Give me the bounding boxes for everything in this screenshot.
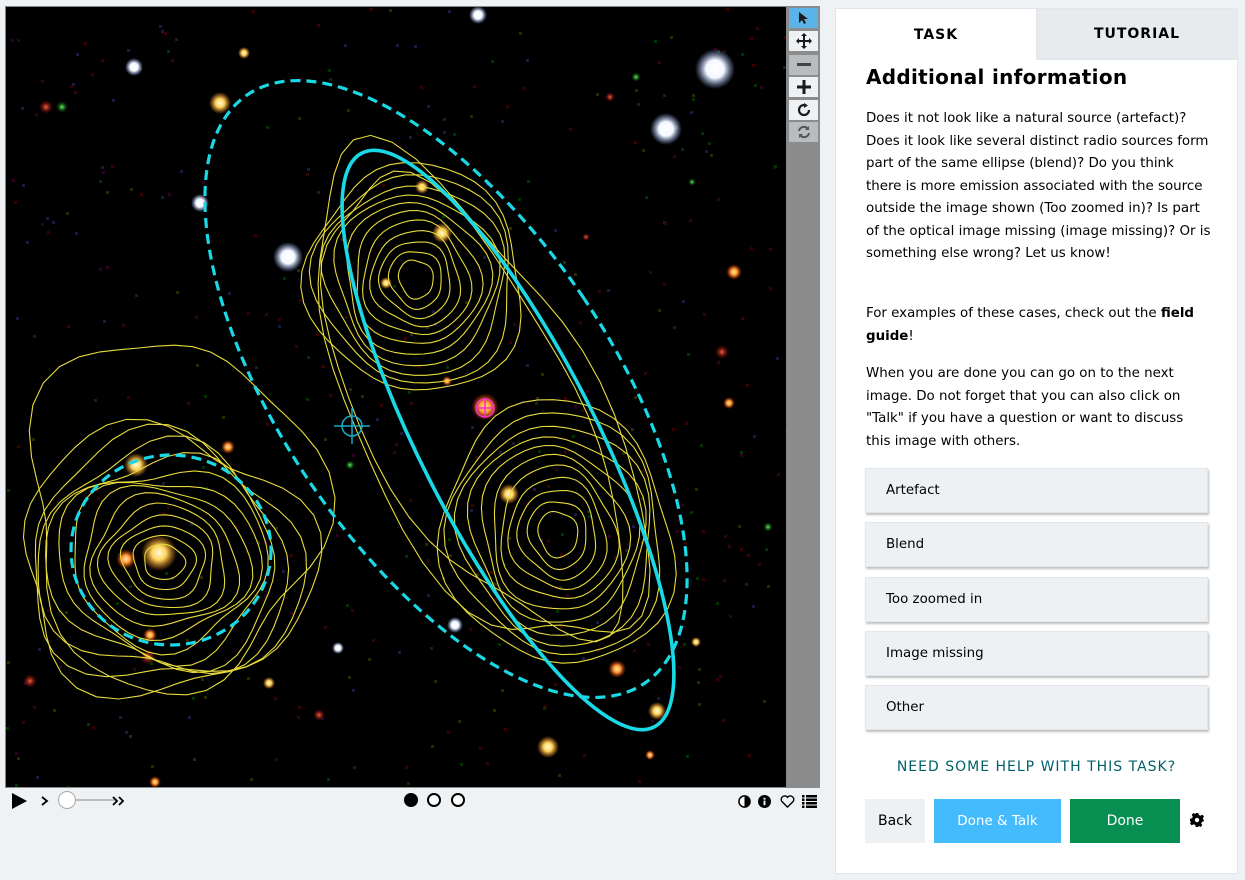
frame-dot-1[interactable] xyxy=(404,793,418,807)
collections-list-icon[interactable] xyxy=(802,793,817,812)
pointer-icon[interactable] xyxy=(789,8,818,28)
subject-viewer[interactable] xyxy=(5,6,787,788)
answer-blend[interactable]: Blend xyxy=(865,522,1208,567)
tab-tutorial[interactable]: TUTORIAL xyxy=(1036,9,1237,60)
favorite-heart-icon[interactable] xyxy=(780,793,795,812)
answer-artefact[interactable]: Artefact xyxy=(865,468,1208,513)
zoom-in-icon[interactable] xyxy=(789,77,818,97)
done-button[interactable]: Done xyxy=(1070,799,1180,843)
answer-image-missing[interactable]: Image missing xyxy=(865,631,1208,676)
step-forward-icon[interactable] xyxy=(41,793,49,812)
gear-icon[interactable] xyxy=(1190,812,1204,831)
viewer-toolbar xyxy=(787,6,820,788)
help-link[interactable]: NEED SOME HELP WITH THIS TASK? xyxy=(836,759,1237,775)
field-guide-paragraph: For examples of these cases, check out t… xyxy=(866,303,1211,348)
frame-dot-3[interactable] xyxy=(451,793,465,807)
host-marker xyxy=(475,398,495,418)
back-button[interactable]: Back xyxy=(865,799,925,843)
playback-speed-track xyxy=(71,799,117,801)
reset-icon[interactable] xyxy=(789,122,818,142)
done-instructions: When you are done you can go on to the n… xyxy=(866,366,1184,449)
invert-icon[interactable] xyxy=(738,793,751,812)
info-icon[interactable] xyxy=(758,793,771,812)
task-instructions: Does it not look like a natural source (… xyxy=(866,111,1211,261)
task-title: Additional information xyxy=(866,65,1128,89)
playback-speed-slider[interactable] xyxy=(58,791,76,809)
field-guide-text: For examples of these cases, check out t… xyxy=(866,306,1161,321)
field-guide-suffix: ! xyxy=(908,328,914,344)
panel-tabs: TASK TUTORIAL xyxy=(836,9,1237,60)
answer-other[interactable]: Other xyxy=(865,685,1208,730)
fast-forward-icon[interactable] xyxy=(112,793,126,812)
subject-image[interactable] xyxy=(6,7,787,788)
task-panel: TASK TUTORIAL Additional information Doe… xyxy=(835,8,1238,874)
tab-task[interactable]: TASK xyxy=(836,9,1036,60)
zoom-out-icon[interactable] xyxy=(789,55,818,75)
viewer-controls xyxy=(5,790,820,812)
frame-dot-2[interactable] xyxy=(427,793,441,807)
done-and-talk-button[interactable]: Done & Talk xyxy=(934,799,1061,843)
rotate-icon[interactable] xyxy=(789,100,818,120)
play-icon[interactable] xyxy=(11,793,27,813)
answer-too-zoomed-in[interactable]: Too zoomed in xyxy=(865,577,1208,622)
pan-icon[interactable] xyxy=(789,31,818,51)
